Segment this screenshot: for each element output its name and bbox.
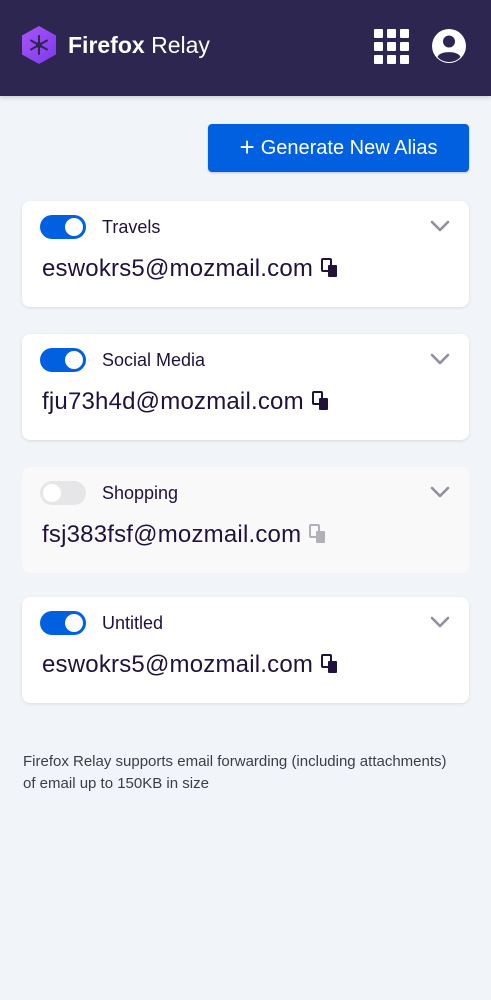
alias-toggle[interactable] <box>40 348 86 372</box>
alias-card: Social Media fju73h4d@mozmail.com <box>22 334 469 440</box>
alias-card: Shopping fsj383fsf@mozmail.com <box>22 467 469 573</box>
alias-label: Social Media <box>102 350 206 370</box>
toggle-knob <box>65 614 83 632</box>
brand-name: Firefox <box>68 32 145 58</box>
chevron-down-icon[interactable] <box>430 485 450 499</box>
toggle-knob <box>65 351 83 369</box>
chevron-down-icon[interactable] <box>430 219 450 233</box>
copy-icon[interactable] <box>309 524 327 544</box>
alias-address-text: eswokrs5@mozmail.com <box>42 255 314 282</box>
alias-card: Untitled eswokrs5@mozmail.com <box>22 597 469 703</box>
app-header: Firefox Relay <box>0 0 491 96</box>
alias-address-text: fsj383fsf@mozmail.com <box>42 521 302 548</box>
copy-icon[interactable] <box>311 391 330 411</box>
alias-address-text: fju73h4d@mozmail.com <box>42 388 304 415</box>
alias-address: fsj383fsf@mozmail.com <box>42 519 327 551</box>
toggle-knob <box>65 218 83 236</box>
plus-icon: + <box>239 132 255 162</box>
relay-logo-icon <box>22 26 56 64</box>
apps-grid-icon[interactable] <box>374 29 409 64</box>
alias-label: Untitled <box>102 613 164 633</box>
account-icon[interactable] <box>431 28 467 64</box>
alias-toggle[interactable] <box>40 611 86 635</box>
copy-icon[interactable] <box>321 654 339 674</box>
alias-address-text: eswokrs5@mozmail.com <box>42 651 314 678</box>
generate-alias-button[interactable]: + Generate New Alias <box>208 124 469 172</box>
generate-alias-label: Generate New Alias <box>260 136 438 159</box>
size-limit-note: Firefox Relay supports email forwarding … <box>23 753 447 792</box>
alias-address: eswokrs5@mozmail.com <box>42 253 339 285</box>
alias-address: eswokrs5@mozmail.com <box>42 649 339 681</box>
copy-icon[interactable] <box>321 258 339 278</box>
chevron-down-icon[interactable] <box>430 352 450 366</box>
alias-address: fju73h4d@mozmail.com <box>42 386 330 418</box>
alias-toggle[interactable] <box>40 481 86 505</box>
alias-toggle[interactable] <box>40 215 86 239</box>
chevron-down-icon[interactable] <box>430 615 450 629</box>
alias-card: Travels eswokrs5@mozmail.com <box>22 201 469 307</box>
app-title: Firefox Relay <box>68 30 210 60</box>
alias-label: Shopping <box>102 483 179 503</box>
toggle-knob <box>43 484 61 502</box>
product-name: Relay <box>151 32 210 58</box>
alias-label: Travels <box>102 217 161 237</box>
